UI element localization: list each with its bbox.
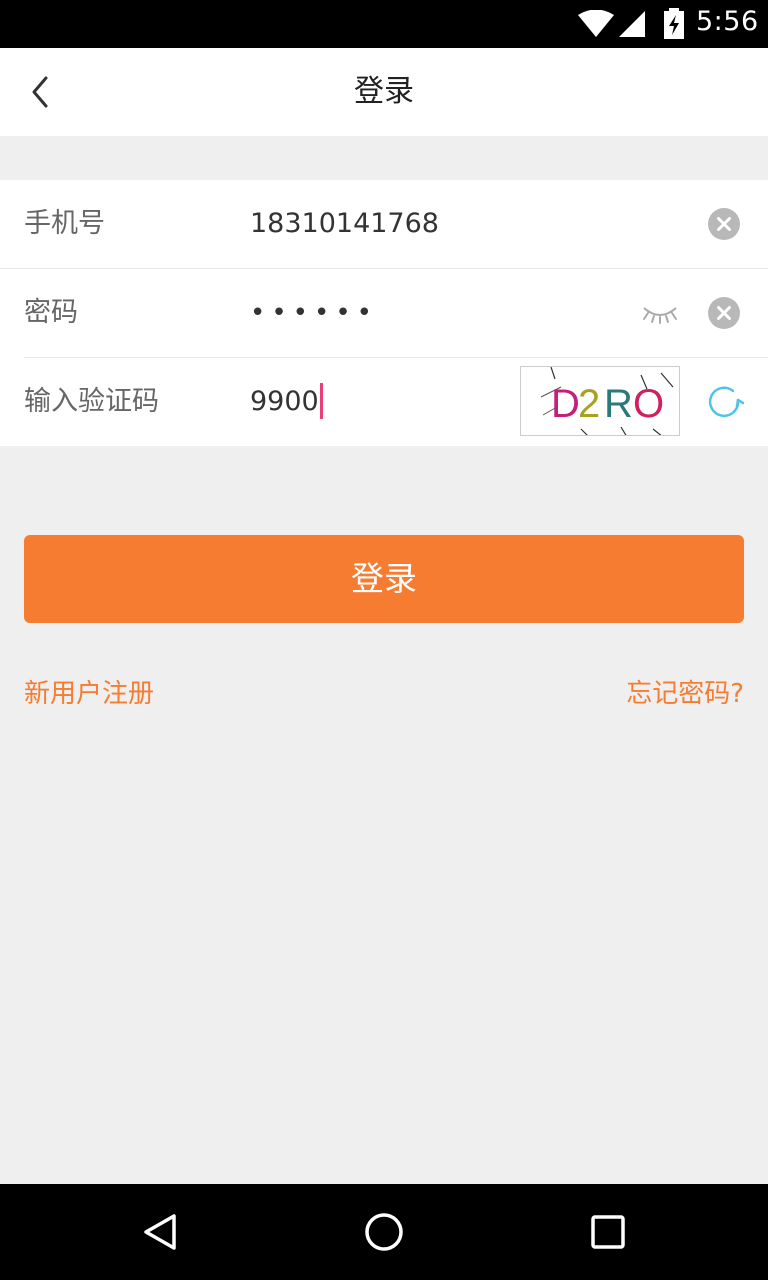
phone-input[interactable]: 18310141768 — [250, 180, 439, 268]
clear-icon — [708, 297, 740, 329]
back-button[interactable] — [16, 68, 64, 116]
refresh-icon — [708, 386, 745, 418]
captcha-image-char-4: O — [633, 382, 664, 426]
wifi-icon — [578, 10, 614, 37]
phone-row: 手机号 18310141768 — [0, 180, 768, 268]
nav-home-button[interactable] — [360, 1208, 408, 1256]
register-link[interactable]: 新用户注册 — [24, 672, 154, 716]
captcha-image-char-1: D — [551, 382, 580, 426]
title-bar: 登录 — [0, 48, 768, 136]
nav-home-icon — [365, 1213, 403, 1251]
phone-label: 手机号 — [24, 208, 105, 239]
nav-recent-icon — [591, 1215, 625, 1249]
toggle-password-visibility-button[interactable] — [640, 298, 680, 328]
clear-phone-button[interactable] — [708, 208, 740, 240]
captcha-input[interactable]: 9900 — [250, 358, 323, 446]
password-row: 密码 •••••• — [0, 269, 768, 357]
navigation-bar — [0, 1184, 768, 1280]
nav-recent-button[interactable] — [584, 1208, 632, 1256]
captcha-input-text: 9900 — [250, 386, 319, 417]
login-button[interactable]: 登录 — [24, 535, 744, 623]
captcha-image-char-3: R — [604, 382, 633, 426]
cell-signal-icon — [619, 11, 645, 37]
status-bar: 5:56 — [0, 0, 768, 48]
battery-charging-icon — [664, 8, 684, 39]
captcha-row: 输入验证码 9900 D 2 R O — [0, 358, 768, 446]
captcha-image[interactable]: D 2 R O — [520, 366, 680, 436]
text-cursor — [319, 382, 323, 419]
clear-password-button[interactable] — [708, 297, 740, 329]
forgot-password-link[interactable]: 忘记密码? — [626, 672, 744, 716]
eye-closed-icon — [643, 307, 677, 324]
nav-back-icon — [144, 1214, 176, 1250]
chevron-left-icon — [32, 76, 48, 108]
refresh-captcha-button[interactable] — [702, 380, 746, 424]
captcha-image-char-2: 2 — [578, 382, 600, 426]
page-title: 登录 — [354, 74, 414, 109]
password-input[interactable]: •••••• — [250, 269, 378, 357]
password-label: 密码 — [24, 297, 78, 328]
clear-icon — [708, 208, 740, 240]
login-form: 手机号 18310141768 密码 •••••• 输入验证码 9900 D 2… — [0, 180, 768, 446]
nav-back-button[interactable] — [136, 1208, 184, 1256]
captcha-label: 输入验证码 — [24, 386, 159, 417]
clock: 5:56 — [696, 6, 759, 37]
